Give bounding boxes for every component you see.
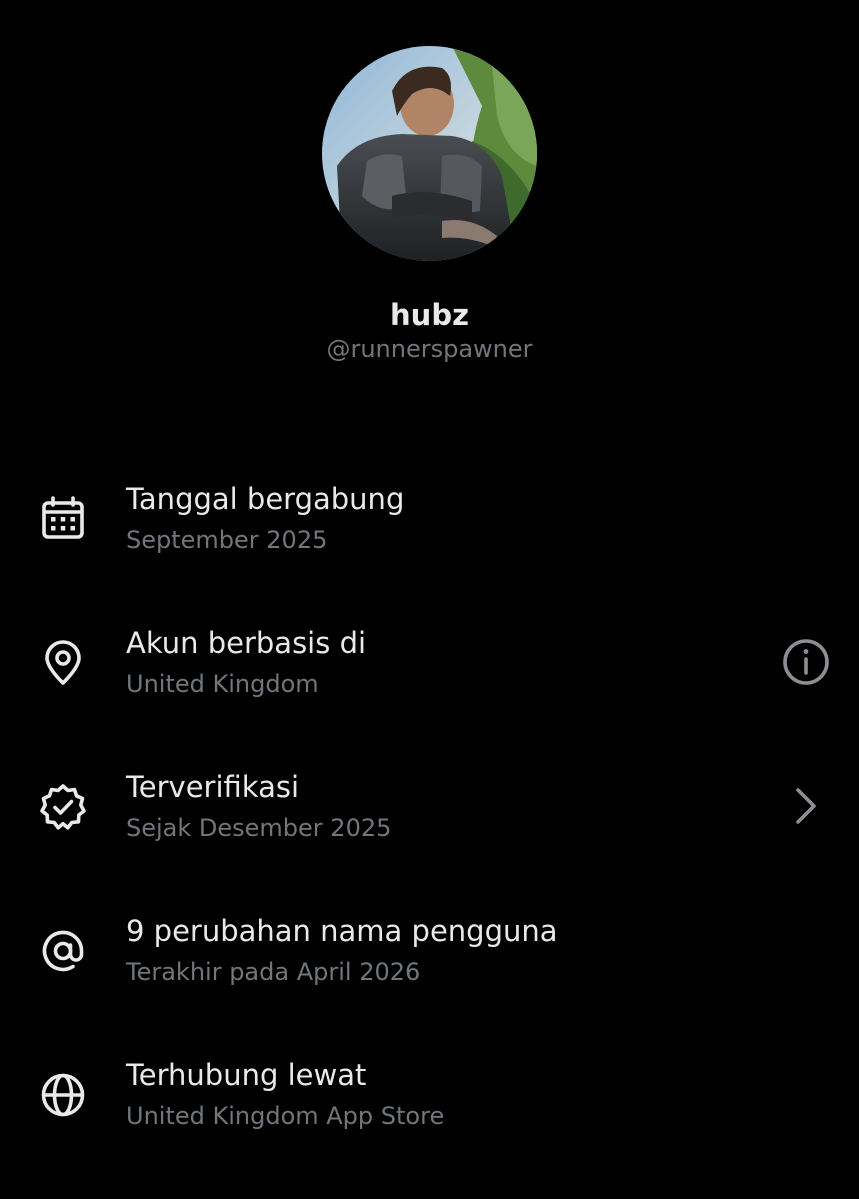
row-subtitle: Sejak Desember 2025 [126,814,392,842]
row-title: Terverifikasi [126,770,300,804]
location-pin-icon [38,638,88,688]
at-sign-icon [38,926,88,976]
avatar-image [322,46,537,261]
calendar-icon [38,494,88,544]
connected-via-row: Terhubung lewat United Kingdom App Store [0,1056,859,1166]
display-name: hubz [390,298,469,332]
globe-icon [38,1070,88,1120]
username-handle: @runnerspawner [326,335,533,363]
verified-row[interactable]: Terverifikasi Sejak Desember 2025 [0,768,859,878]
row-title: 9 perubahan nama pengguna [126,914,558,948]
row-title: Tanggal bergabung [126,482,405,516]
joined-date-row: Tanggal bergabung September 2025 [0,480,859,590]
avatar[interactable] [322,46,537,261]
info-icon[interactable] [780,636,832,688]
row-title: Akun berbasis di [126,626,367,660]
row-title: Terhubung lewat [126,1058,367,1092]
chevron-right-icon[interactable] [780,780,832,832]
account-based-in-row: Akun berbasis di United Kingdom [0,624,859,734]
row-subtitle: Terakhir pada April 2026 [126,958,421,986]
verified-badge-icon [38,782,88,832]
row-subtitle: United Kingdom App Store [126,1102,445,1130]
row-subtitle: United Kingdom [126,670,319,698]
username-changes-row: 9 perubahan nama pengguna Terakhir pada … [0,912,859,1022]
row-subtitle: September 2025 [126,526,328,554]
